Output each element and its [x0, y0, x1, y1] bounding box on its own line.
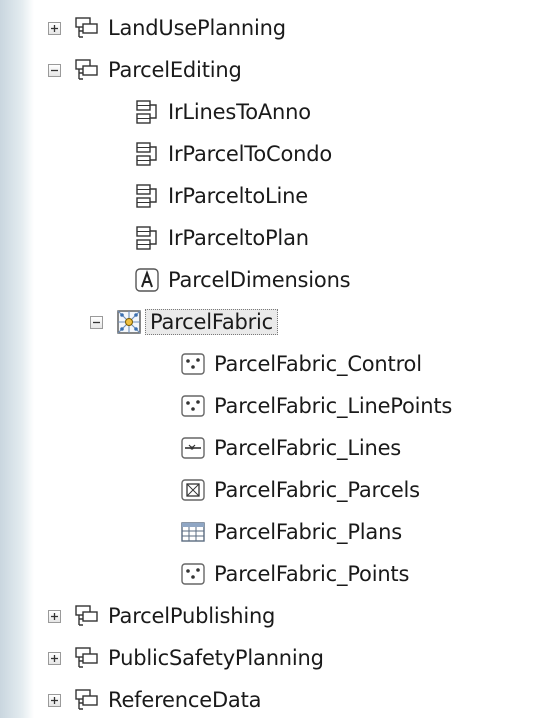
tree-node-label: ParcelPublishing [108, 604, 276, 628]
tree-node-label: PublicSafetyPlanning [108, 646, 324, 670]
feature-dataset-icon [75, 605, 98, 626]
tree-node-parceldimensions[interactable]: ParcelDimensions [134, 262, 351, 298]
tree-node-label: LandUsePlanning [108, 16, 286, 40]
annotation-class-icon [135, 268, 159, 292]
tree-node-label: ParcelFabric_Points [214, 562, 410, 586]
point-feature-class-icon [181, 563, 205, 585]
expand-icon[interactable] [48, 21, 61, 35]
tree-node-parcelfabric-linepoints[interactable]: ParcelFabric_LinePoints [180, 388, 452, 424]
tree-node-label: ParcelEditing [108, 58, 242, 82]
relationship-class-icon [136, 142, 157, 166]
tree-node-parcelfabric-points[interactable]: ParcelFabric_Points [180, 556, 409, 592]
tree-node-label: ParcelFabric_Control [214, 352, 422, 376]
expand-icon[interactable] [48, 693, 61, 707]
tree-node-label: IrParceltoPlan [168, 226, 309, 250]
tree-node-label: ParcelDimensions [168, 268, 351, 292]
collapse-icon[interactable] [90, 315, 103, 329]
expand-icon[interactable] [48, 651, 61, 665]
point-feature-class-icon [181, 395, 205, 417]
tree-node-parcelfabric-plans[interactable]: ParcelFabric_Plans [180, 514, 402, 550]
tree-node-label: IrParceltoLine [168, 184, 308, 208]
tree-node-label: ParcelFabric_Plans [214, 520, 402, 544]
feature-dataset-icon [75, 59, 98, 80]
tree-node-parcelpublishing[interactable]: ParcelPublishing [48, 598, 275, 634]
tree-node-parcelfabric-parcels[interactable]: ParcelFabric_Parcels [180, 472, 420, 508]
tree-node-irparceltocondo[interactable]: IrParcelToCondo [134, 136, 332, 172]
tree-node-irparceltoplan[interactable]: IrParceltoPlan [134, 220, 309, 256]
tree-node-label: ReferenceData [108, 688, 262, 712]
tree-node-landuseplanning[interactable]: LandUsePlanning [48, 10, 286, 46]
tree-node-label: ParcelFabric_Parcels [214, 478, 420, 502]
tree-node-publicsafetyplanning[interactable]: PublicSafetyPlanning [48, 640, 324, 676]
tree-node-irparceltoline[interactable]: IrParceltoLine [134, 178, 308, 214]
relationship-class-icon [136, 184, 157, 208]
tree-node-label: IrLinesToAnno [168, 100, 311, 124]
tree-node-parcelediting[interactable]: ParcelEditing [48, 52, 242, 88]
relationship-class-icon [136, 226, 157, 250]
feature-dataset-icon [75, 17, 98, 38]
feature-dataset-icon [75, 647, 98, 668]
feature-dataset-icon [75, 689, 98, 710]
collapse-icon[interactable] [48, 63, 61, 77]
tree-node-label: ParcelFabric_LinePoints [214, 394, 453, 418]
tree-node-parcelfabric-control[interactable]: ParcelFabric_Control [180, 346, 422, 382]
tree-node-parcelfabric[interactable]: ParcelFabric [90, 304, 279, 340]
point-feature-class-icon [181, 353, 205, 375]
tree-node-irlinestoanno[interactable]: IrLinesToAnno [134, 94, 311, 130]
tree-node-label: IrParcelToCondo [168, 142, 332, 166]
tree-node-referencedata[interactable]: ReferenceData [48, 682, 261, 718]
polygon-feature-class-icon [181, 479, 205, 501]
catalog-tree-panel: LandUsePlanning ParcelEditing IrLinesToA… [36, 0, 559, 714]
relationship-class-icon [136, 100, 157, 124]
tree-node-parcelfabric-lines[interactable]: ParcelFabric_Lines [180, 430, 401, 466]
parcel-fabric-icon [117, 310, 141, 334]
line-feature-class-icon [181, 437, 205, 459]
expand-icon[interactable] [48, 609, 61, 623]
tree-node-label: ParcelFabric [145, 309, 279, 335]
tree-node-label: ParcelFabric_Lines [214, 436, 402, 460]
table-icon [181, 522, 205, 542]
